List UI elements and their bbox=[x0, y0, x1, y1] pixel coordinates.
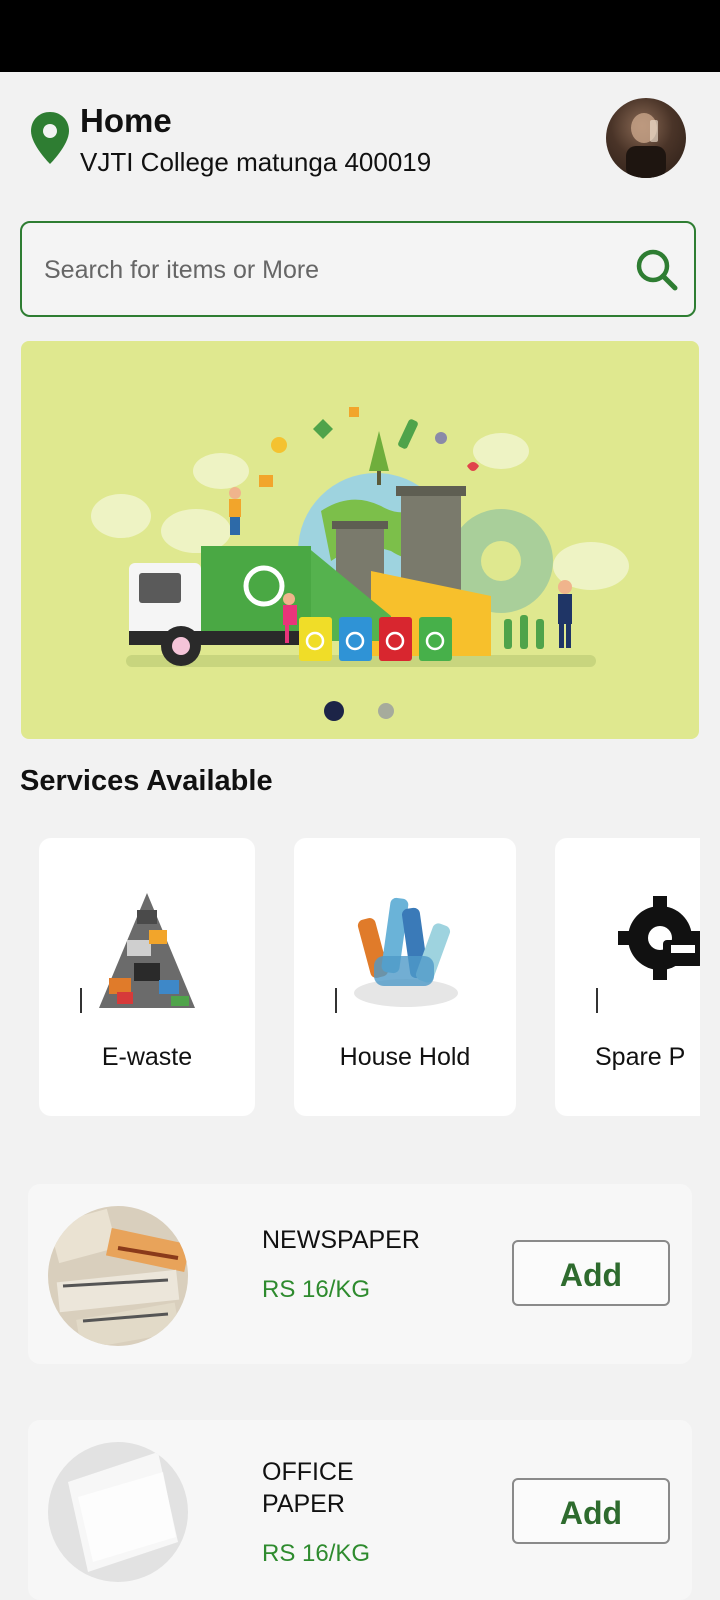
service-label: Spare P bbox=[595, 1043, 686, 1071]
promo-banner[interactable] bbox=[21, 341, 699, 739]
product-card-newspaper: NEWSPAPER RS 16/KG Add bbox=[28, 1184, 692, 1364]
e-waste-pile-image bbox=[80, 893, 195, 1013]
product-price: RS 16/KG bbox=[262, 1540, 371, 1567]
newspaper-image bbox=[48, 1206, 188, 1346]
gear-car-icon bbox=[596, 896, 700, 1013]
product-price: RS 16/KG bbox=[262, 1276, 371, 1303]
header: Home VJTI College matunga 400019 bbox=[0, 72, 720, 212]
location-address[interactable]: VJTI College matunga 400019 bbox=[80, 147, 431, 178]
plastic-bottles-image bbox=[335, 897, 458, 1013]
add-button[interactable]: Add bbox=[512, 1478, 670, 1544]
recycling-illustration bbox=[91, 407, 629, 667]
product-card-office-paper: OFFICE PAPER RS 16/KG Add bbox=[28, 1420, 692, 1600]
location-title[interactable]: Home bbox=[80, 102, 172, 140]
location-pin-icon[interactable] bbox=[28, 110, 72, 166]
product-name-line1: OFFICE bbox=[262, 1458, 354, 1486]
search-icon[interactable] bbox=[634, 247, 680, 293]
service-card-e-waste[interactable]: E-waste bbox=[39, 838, 255, 1116]
status-bar bbox=[0, 0, 720, 72]
product-name-line2: PAPER bbox=[262, 1490, 345, 1518]
product-name: NEWSPAPER bbox=[262, 1226, 420, 1254]
service-label: E-waste bbox=[101, 1043, 193, 1071]
add-button[interactable]: Add bbox=[512, 1240, 670, 1306]
avatar[interactable] bbox=[606, 98, 686, 178]
search-bar[interactable] bbox=[20, 221, 696, 317]
office-paper-image bbox=[48, 1442, 188, 1582]
services-carousel[interactable]: E-waste House Hold Spare P bbox=[0, 838, 700, 1118]
search-input[interactable] bbox=[42, 223, 626, 317]
service-card-house-hold[interactable]: House Hold bbox=[294, 838, 516, 1116]
product-name: OFFICE PAPER bbox=[262, 1456, 354, 1520]
services-title: Services Available bbox=[20, 765, 273, 797]
service-label: House Hold bbox=[339, 1043, 471, 1071]
service-card-spare-parts[interactable]: Spare P bbox=[555, 838, 700, 1116]
carousel-dot-active[interactable] bbox=[324, 701, 344, 721]
carousel-dot[interactable] bbox=[378, 703, 394, 719]
